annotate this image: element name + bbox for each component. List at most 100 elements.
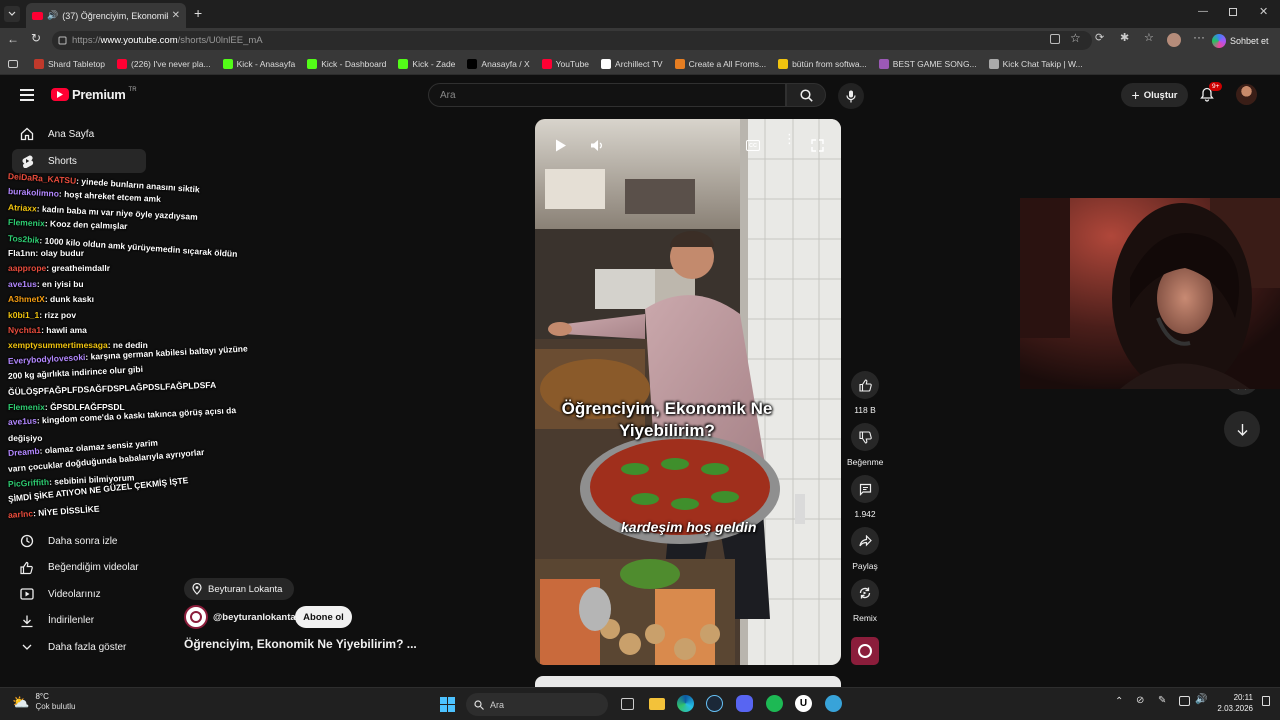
next-short-preview[interactable] <box>535 676 841 687</box>
bookmark-label: Shard Tabletop <box>48 58 106 69</box>
youtube-logo[interactable]: Premium TR <box>51 87 137 102</box>
bookmark-item[interactable]: Create a All Froms... <box>669 58 772 69</box>
fullscreen-icon[interactable] <box>811 139 824 152</box>
thumb-up-icon <box>20 561 33 574</box>
create-button[interactable]: + Oluştur <box>1121 83 1188 107</box>
short-title[interactable]: Öğrenciyim, Ekonomik Ne Yiyebilirim? ... <box>184 637 417 651</box>
search-button[interactable] <box>786 83 826 107</box>
app-icon[interactable] <box>825 695 842 712</box>
clock-date: 2.03.2026 <box>1217 704 1253 713</box>
sidebar-item-shorts[interactable]: Shorts <box>12 149 146 173</box>
discord-icon[interactable] <box>736 695 753 712</box>
chat-username: Atriaxx <box>7 201 38 214</box>
subscribe-button[interactable]: Abone ol <box>295 606 352 628</box>
bookmark-item[interactable]: BEST GAME SONG... <box>873 58 983 69</box>
profile-avatar[interactable] <box>1167 33 1181 47</box>
remix-button[interactable]: Remix <box>847 579 883 623</box>
minimize-icon[interactable]: — <box>1198 6 1208 17</box>
short-video-player[interactable]: CC ⋮ Öğrenciyim, Ekonomik Ne Yiyebilirim… <box>535 119 841 665</box>
chat-text: 200 kg ağırlıkta indirince olur gibi <box>7 364 144 382</box>
task-view-icon[interactable] <box>621 698 634 710</box>
tab-close-icon[interactable]: ✕ <box>172 10 180 21</box>
like-button[interactable]: 118 B <box>847 371 883 415</box>
channel-handle[interactable]: @beyturanlokanta <box>213 612 296 623</box>
audio-playing-icon[interactable]: 🔊 <box>47 10 58 21</box>
audio-source-thumbnail[interactable] <box>851 637 879 665</box>
sidebar-item-clock[interactable]: Daha sonra izle <box>12 529 146 553</box>
start-button[interactable] <box>440 697 455 712</box>
reload-icon[interactable]: ↻ <box>31 31 41 45</box>
app-available-icon[interactable] <box>1050 34 1060 44</box>
steam-icon[interactable] <box>706 695 723 712</box>
favorites-icon[interactable]: ☆ <box>1144 31 1154 44</box>
taskbar-search[interactable]: Ara <box>466 693 608 716</box>
taskbar-search-label: Ara <box>490 699 505 710</box>
tray-mute-icon[interactable]: ⊘ <box>1136 695 1144 706</box>
site-info-icon[interactable] <box>58 36 67 45</box>
bookmark-item[interactable]: Kick - Dashboard <box>301 58 392 69</box>
bookmarks-bar: Shard Tabletop (226) I've never pla... Kic… <box>0 53 1280 75</box>
edge-icon[interactable] <box>677 695 694 712</box>
file-explorer-icon[interactable] <box>649 698 665 710</box>
volume-button[interactable] <box>590 139 604 152</box>
bookmark-item[interactable]: Archillect TV <box>595 58 669 69</box>
bookmark-item[interactable]: Kick - Anasayfa <box>217 58 302 69</box>
extension-puzzle-icon[interactable]: ✱ <box>1120 31 1129 44</box>
back-icon[interactable]: ← <box>7 32 19 46</box>
copilot-button[interactable]: Sohbet et <box>1212 31 1269 50</box>
chat-message: Flemenix: Kooz den çalmışlar <box>8 217 128 231</box>
bookmark-item[interactable]: Anasayfa / X <box>461 58 535 69</box>
more-options-icon[interactable]: ⋮ <box>783 132 796 145</box>
sidebar-item-download[interactable]: İndirilenler <box>12 609 146 633</box>
hamburger-menu-icon[interactable] <box>20 89 34 101</box>
share-button[interactable]: Paylaş <box>847 527 883 571</box>
notifications-button[interactable]: 9+ <box>1200 82 1223 102</box>
notification-count-badge: 9+ <box>1209 82 1223 91</box>
volume-tray-icon[interactable]: 🔊 <box>1195 694 1207 705</box>
chat-username: Nychta1 <box>8 325 42 335</box>
close-window-icon[interactable]: ✕ <box>1259 5 1268 18</box>
tab-actions-menu-icon[interactable] <box>4 6 20 22</box>
clock[interactable]: 20:11 2.03.2026 <box>1213 692 1253 714</box>
tray-pen-icon[interactable]: ✎ <box>1158 695 1166 706</box>
tray-overflow-icon[interactable]: ⌃ <box>1115 696 1123 707</box>
captions-button[interactable]: CC <box>746 140 760 151</box>
bookmark-item[interactable]: Kick Chat Takip | W... <box>983 58 1089 69</box>
favorite-star-icon[interactable]: ☆ <box>1070 31 1081 45</box>
search-icon <box>799 88 813 102</box>
bookmark-item[interactable]: bütün from softwa... <box>772 58 873 69</box>
bookmark-item[interactable]: Kick - Zade <box>392 58 461 69</box>
volume-icon <box>591 140 602 151</box>
notification-center-icon[interactable] <box>1262 696 1270 706</box>
network-icon[interactable] <box>1179 696 1190 706</box>
next-short-button[interactable] <box>1224 411 1260 447</box>
bookmark-item[interactable]: (226) I've never pla... <box>111 58 217 69</box>
sidebar-item-thumb-up[interactable]: Beğendiğim videolar <box>12 556 146 580</box>
youtube-header: Premium TR Ara + Oluştur 9+ <box>0 75 1280 115</box>
account-avatar[interactable] <box>1236 84 1257 105</box>
comments-button[interactable]: 1.942 <box>847 475 883 519</box>
extensions-icon[interactable]: ⟳ <box>1095 31 1104 44</box>
weather-desc: Çok bulutlu <box>35 702 76 711</box>
sidebar-item-play[interactable]: Videolarınız <box>12 582 146 606</box>
bookmark-item[interactable]: Shard Tabletop <box>28 58 111 69</box>
sidebar-item-chevron-down[interactable]: Daha fazla göster <box>12 635 146 659</box>
url-input[interactable]: https:// www.youtube.com /shorts/U0lnlEE… <box>52 31 1092 50</box>
browser-tab-active[interactable]: 🔊 (37) Öğrenciyim, Ekonomik Ne ✕ <box>26 3 186 28</box>
location-chip[interactable]: Beyturan Lokanta <box>184 578 295 600</box>
weather-widget[interactable]: ⛅ 8°C Çok bulutlu <box>12 692 75 712</box>
restore-icon[interactable] <box>1229 8 1237 16</box>
reading-list-icon[interactable] <box>0 59 28 68</box>
sidebar-item-label: İndirilenler <box>48 615 95 626</box>
sidebar-item-home[interactable]: Ana Sayfa <box>12 122 146 146</box>
browser-menu-icon[interactable]: ··· <box>1193 30 1205 44</box>
dislike-button[interactable]: Beğenme <box>847 423 883 467</box>
bookmark-item[interactable]: YouTube <box>536 58 595 69</box>
spotify-icon[interactable] <box>766 695 783 712</box>
unreal-engine-icon[interactable]: U <box>795 695 812 712</box>
play-button[interactable] <box>555 139 567 152</box>
new-tab-button[interactable]: + <box>194 5 202 21</box>
channel-avatar[interactable] <box>184 605 208 629</box>
search-box[interactable]: Ara <box>428 83 786 107</box>
voice-search-button[interactable] <box>838 83 864 109</box>
